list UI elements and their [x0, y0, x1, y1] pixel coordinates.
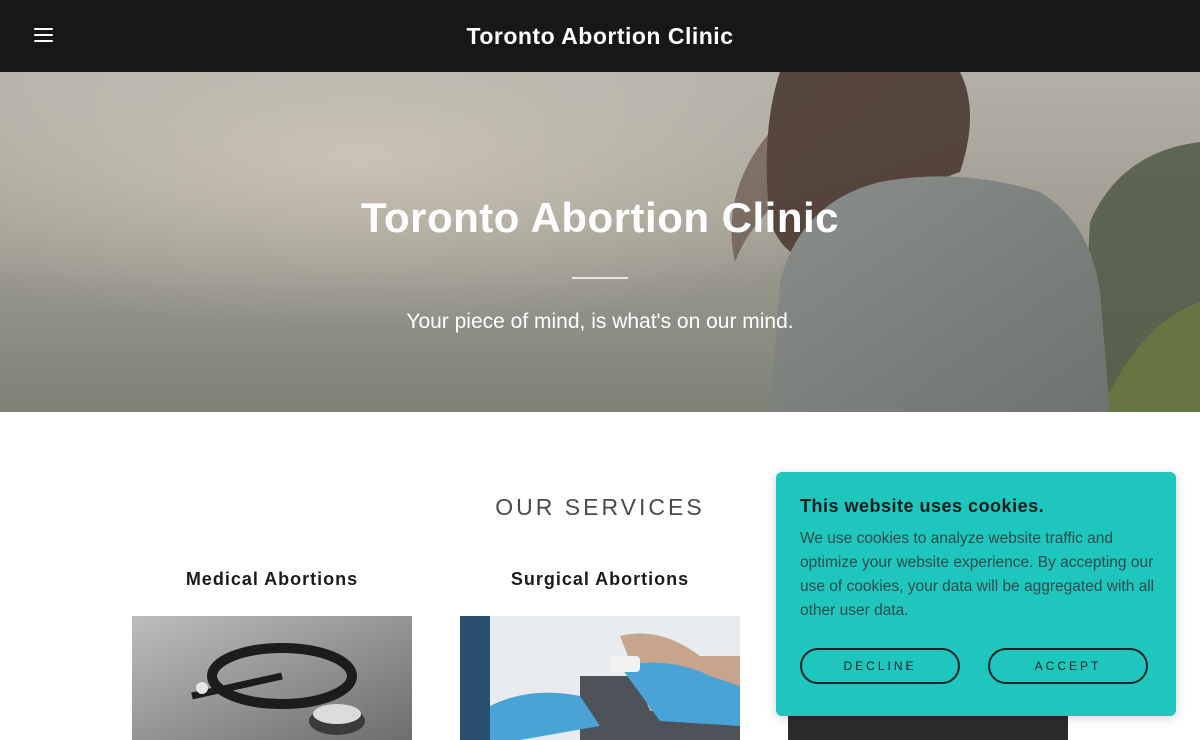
- decline-button[interactable]: DECLINE: [800, 648, 960, 684]
- cookie-banner-title: This website uses cookies.: [800, 496, 1045, 516]
- hero-divider: [572, 277, 628, 279]
- cookie-banner-text: We use cookies to analyze website traffi…: [800, 530, 1155, 619]
- medical-abortions-image[interactable]: [132, 616, 412, 740]
- surgical-abortions-image[interactable]: [460, 616, 740, 740]
- accept-button[interactable]: ACCEPT: [988, 648, 1148, 684]
- hero-background-image: [0, 72, 1200, 412]
- hero-title: Toronto Abortion Clinic: [360, 194, 840, 241]
- hero-subtitle: Your piece of mind, is what's on our min…: [406, 310, 794, 333]
- service-title-surgical[interactable]: Surgical Abortions: [460, 569, 740, 590]
- service-title-medical[interactable]: Medical Abortions: [132, 569, 412, 590]
- stethoscope-photo: [132, 616, 412, 740]
- cookie-banner: This website uses cookies. We use cookie…: [776, 472, 1176, 716]
- site-title[interactable]: Toronto Abortion Clinic: [0, 0, 1200, 72]
- ultrasound-photo: [460, 616, 740, 740]
- site-header: Toronto Abortion Clinic: [0, 0, 1200, 72]
- hero-banner: Toronto Abortion Clinic Your piece of mi…: [0, 72, 1200, 412]
- hamburger-menu-icon[interactable]: [34, 26, 54, 46]
